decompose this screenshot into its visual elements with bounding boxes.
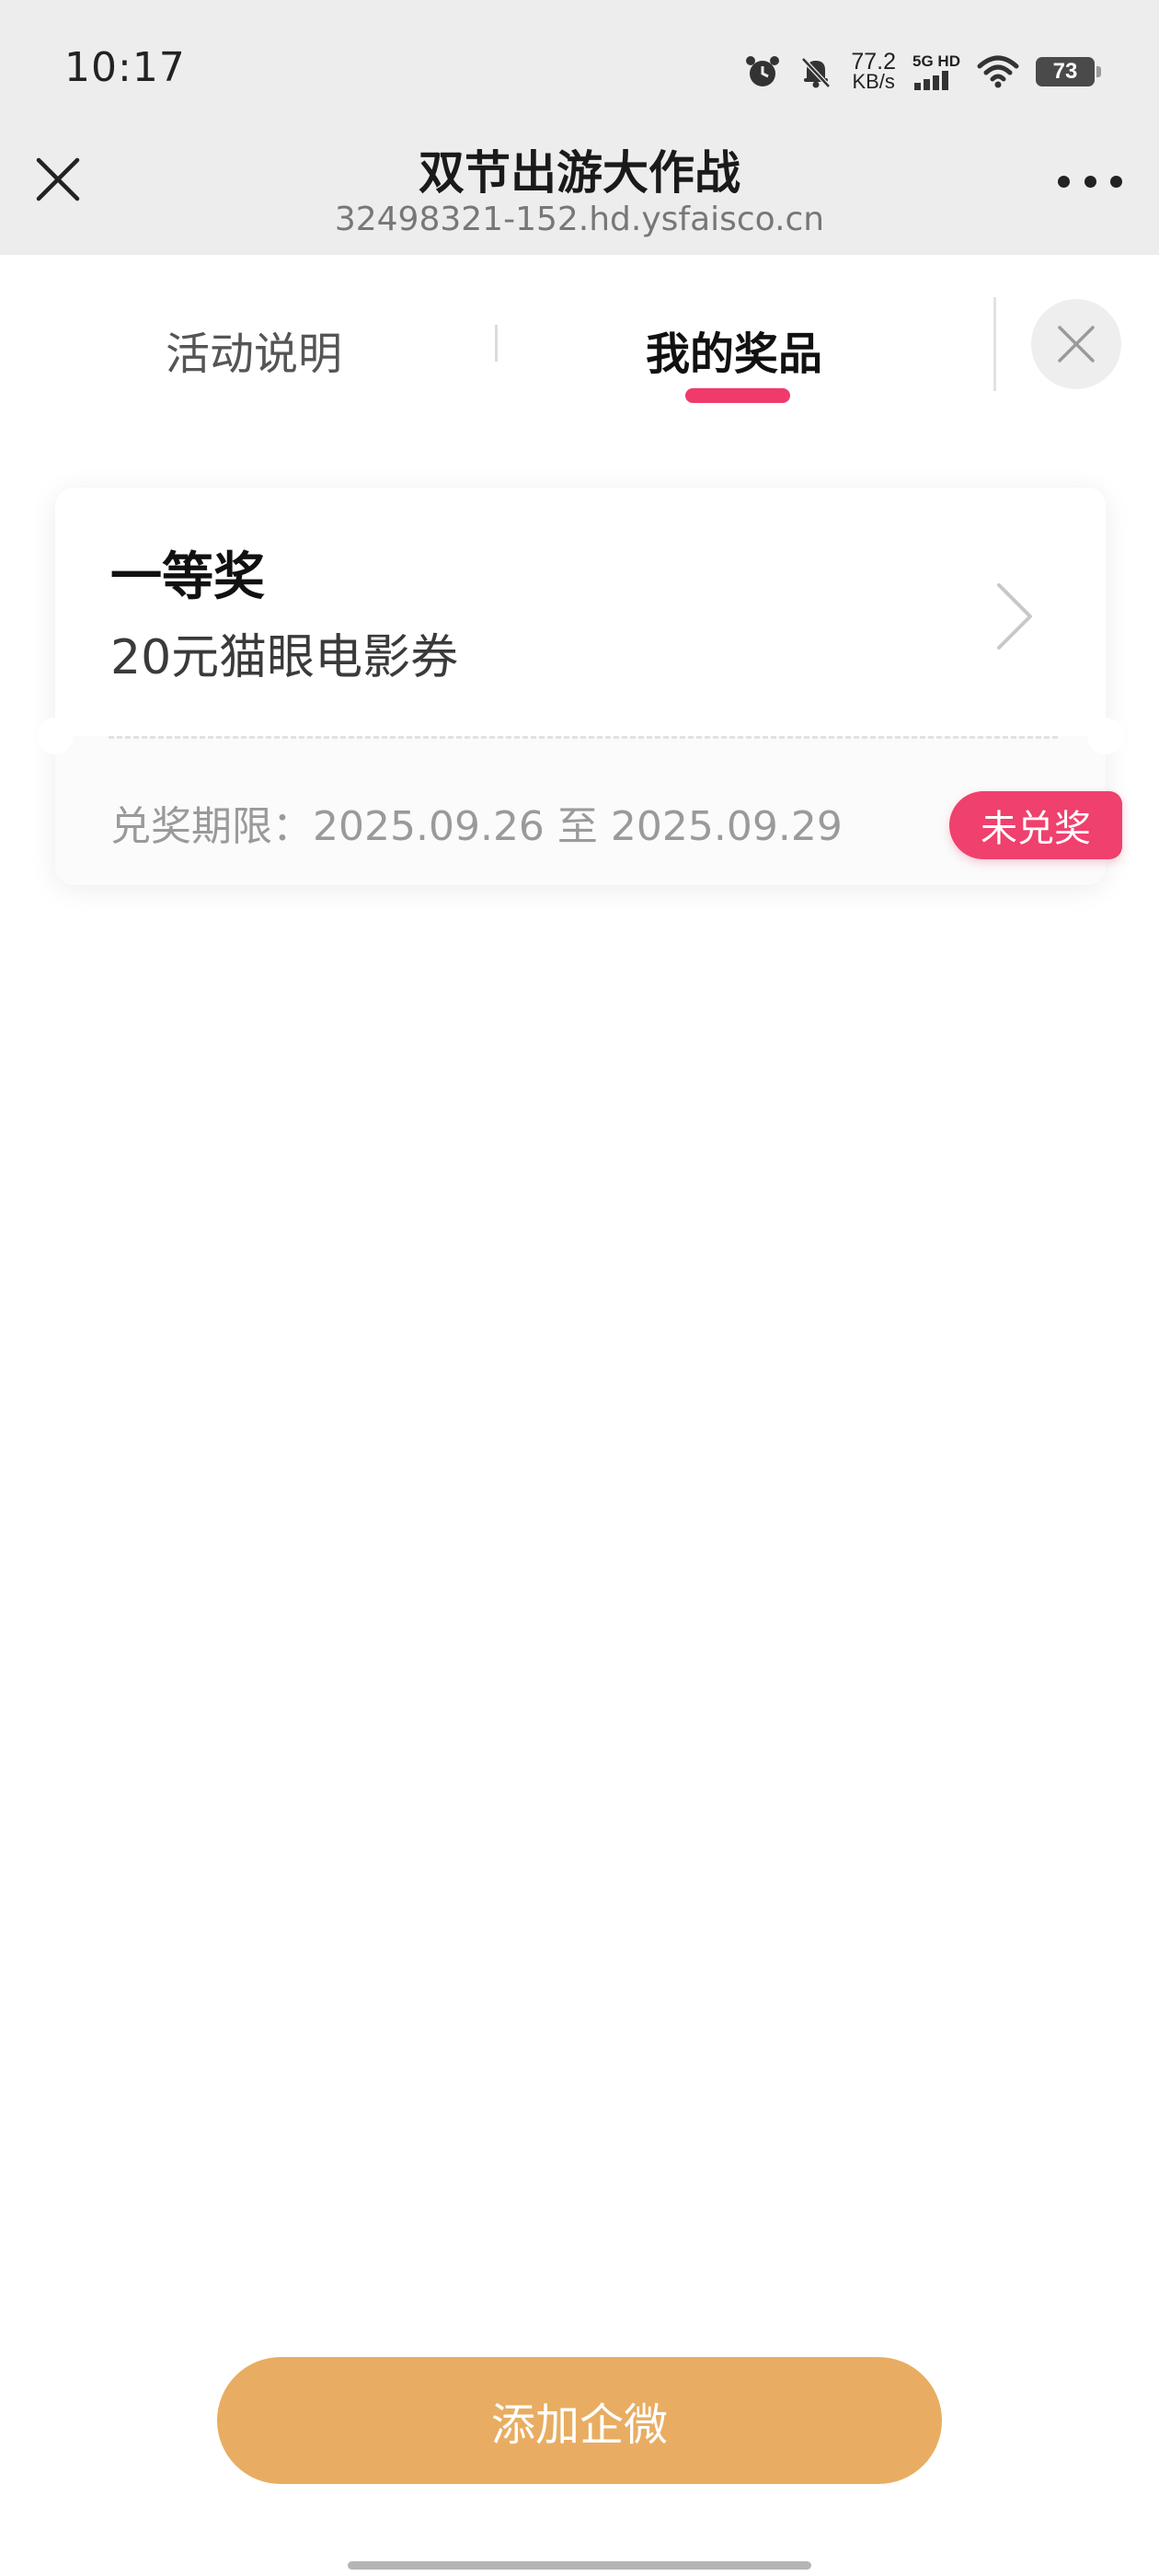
signal-icon: 5G HD [912,53,960,90]
tab-divider [495,325,498,362]
battery-icon: 73 [1036,57,1101,86]
status-badge: 未兑奖 [949,791,1122,859]
prize-name: 20元猫眼电影券 [110,630,459,685]
prize-card-top [55,488,1106,736]
card-notch-right [1087,718,1124,754]
page-title: 双节出游大作战 [419,146,740,200]
tab-my-prizes[interactable]: 我的奖品 [646,317,822,382]
mute-bell-icon [798,53,834,90]
webview-top-bar: 10:17 77.2 KB/s 5G HD 73 双节出游大作战 3249832… [0,0,1159,255]
active-tab-indicator [685,388,790,403]
add-wecom-button[interactable]: 添加企微 [217,2357,942,2484]
tab-right-divider [993,297,996,391]
net-speed: 77.2 KB/s [851,49,897,93]
redeem-period-label: 兑奖期限： [110,803,313,850]
tab-bar: 活动说明 我的奖品 [0,255,1159,420]
alarm-icon [744,53,781,90]
card-notch-left [37,718,74,754]
redeem-period: 兑奖期限：2025.09.26 至 2025.09.29 [110,793,843,852]
status-icons: 77.2 KB/s 5G HD 73 [744,46,1101,98]
wifi-icon [977,55,1019,88]
card-separator [109,736,1058,739]
chevron-right-icon[interactable] [992,580,1038,653]
status-time: 10:17 [64,44,186,91]
panel-close-button[interactable] [1031,299,1121,389]
close-icon [1058,326,1095,362]
page-url: 32498321-152.hd.ysfaisco.cn [334,201,825,238]
prize-card[interactable]: 一等奖 20元猫眼电影券 兑奖期限：2025.09.26 至 2025.09.2… [37,488,1124,885]
battery-level: 73 [1052,59,1078,84]
redeem-period-range: 2025.09.26 至 2025.09.29 [313,803,843,850]
tab-activity-info[interactable]: 活动说明 [166,317,342,382]
home-indicator[interactable] [348,2561,811,2570]
prize-level: 一等奖 [110,547,265,607]
more-dots-icon[interactable] [1058,167,1122,195]
close-icon[interactable] [33,155,83,204]
